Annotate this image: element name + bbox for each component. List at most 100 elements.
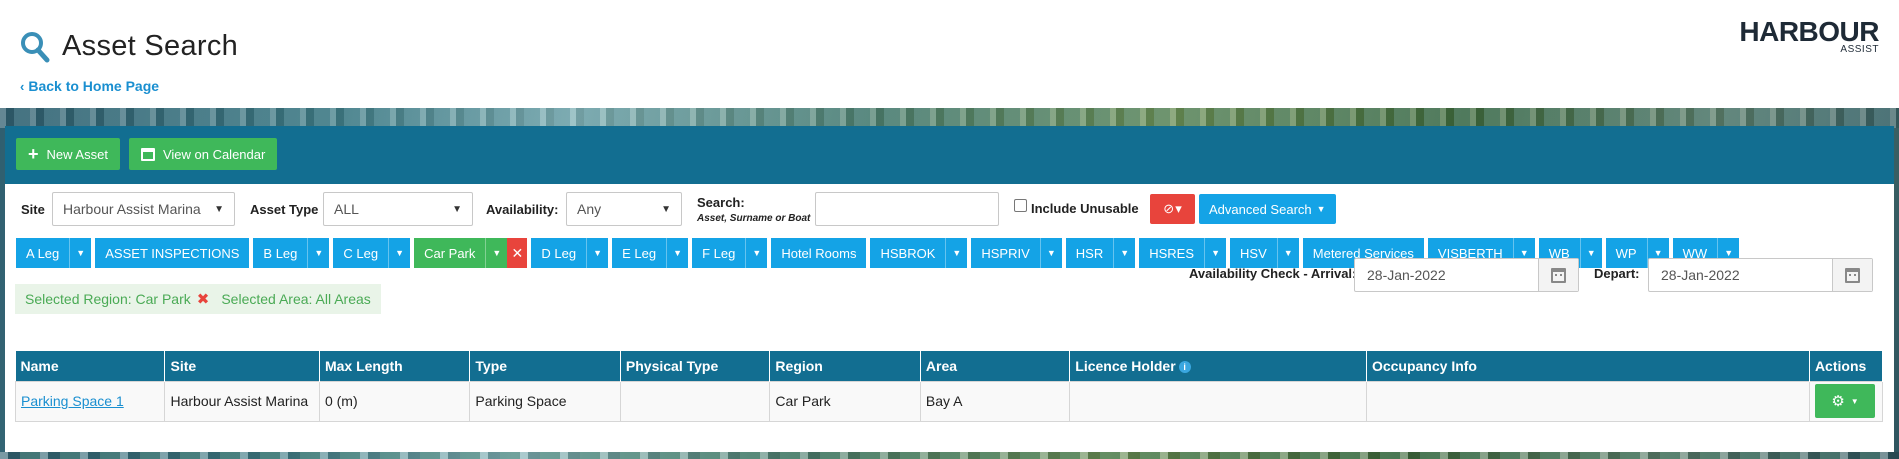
- search-label: Search: Asset, Surname or Boat: [697, 195, 810, 224]
- chevron-down-icon[interactable]: ▼: [1276, 238, 1299, 268]
- chevron-left-icon: ‹: [20, 78, 25, 94]
- row-actions-button[interactable]: ⚙ ▼: [1815, 384, 1875, 418]
- region-tab[interactable]: F Leg ▼: [692, 238, 768, 268]
- filter-icon: ▾: [1175, 201, 1182, 216]
- depart-date-value: 28-Jan-2022: [1661, 267, 1740, 283]
- cell-area: Bay A: [919, 380, 1071, 422]
- region-tab[interactable]: HSV ▼: [1230, 238, 1299, 268]
- chevron-down-icon[interactable]: ▼: [1579, 238, 1602, 268]
- arrival-date-input[interactable]: 28-Jan-2022: [1354, 258, 1579, 292]
- new-asset-button[interactable]: + New Asset: [16, 138, 120, 170]
- region-tab-label: HSR: [1075, 245, 1104, 261]
- calendar-icon: [140, 147, 155, 161]
- col-name[interactable]: Name: [15, 351, 166, 381]
- region-tab-label: Car Park: [424, 245, 476, 261]
- chevron-down-icon: ▼: [452, 203, 462, 215]
- chevron-down-icon: ▼: [1850, 396, 1859, 406]
- plus-icon: +: [28, 144, 39, 164]
- search-input[interactable]: [815, 192, 999, 226]
- selected-area-text: Selected Area: All Areas: [221, 291, 371, 307]
- toolbar: + New Asset View on Calendar: [5, 126, 1894, 184]
- cell-type: Parking Space: [469, 380, 621, 422]
- col-physical-type[interactable]: Physical Type: [620, 351, 771, 381]
- region-tab[interactable]: A Leg ▼: [16, 238, 92, 268]
- background-photo-bottom: [0, 452, 1899, 459]
- site-select[interactable]: Harbour Assist Marina ▼: [52, 192, 235, 226]
- region-tab[interactable]: HSBROK ▼: [870, 238, 968, 268]
- cell-licence-holder: [1069, 380, 1367, 422]
- asset-type-label: Asset Type: [250, 202, 319, 217]
- new-asset-label: New Asset: [46, 146, 108, 162]
- region-tab-label: F Leg: [702, 245, 736, 261]
- chevron-down-icon[interactable]: ▼: [666, 238, 688, 268]
- advanced-search-label: Advanced Search: [1209, 201, 1312, 217]
- chevron-down-icon: ▼: [661, 203, 671, 215]
- availability-select[interactable]: Any ▼: [566, 192, 682, 226]
- arrival-label: Availability Check - Arrival:: [1189, 266, 1357, 281]
- col-occupancy-info[interactable]: Occupancy Info: [1366, 351, 1810, 381]
- page-title: Asset Search: [62, 30, 239, 62]
- clear-region-icon[interactable]: ✖: [197, 290, 210, 308]
- background-photo-strip: [0, 108, 1899, 128]
- table-header-row: Name Site Max Length Type Physical Type …: [15, 351, 1884, 381]
- chevron-down-icon[interactable]: ▼: [485, 238, 507, 268]
- region-tab-label: E Leg: [622, 245, 657, 261]
- chevron-down-icon[interactable]: ▼: [945, 238, 967, 268]
- region-tab[interactable]: E Leg ▼: [612, 238, 689, 268]
- close-icon[interactable]: ✕: [507, 238, 528, 268]
- col-region[interactable]: Region: [769, 351, 921, 381]
- region-tab[interactable]: HSPRIV ▼: [971, 238, 1062, 268]
- region-tab[interactable]: ASSET INSPECTIONS: [95, 238, 250, 268]
- chevron-down-icon[interactable]: ▼: [1204, 238, 1226, 268]
- chevron-down-icon[interactable]: ▼: [1113, 238, 1135, 268]
- calendar-icon: [1551, 267, 1566, 283]
- col-max-length[interactable]: Max Length: [319, 351, 471, 381]
- title-row: Asset Search: [20, 30, 238, 63]
- region-tab[interactable]: B Leg ▼: [253, 238, 330, 268]
- arrival-calendar-button[interactable]: [1538, 259, 1578, 291]
- cell-name: Parking Space 1: [14, 380, 166, 422]
- chevron-down-icon[interactable]: ▼: [388, 238, 410, 268]
- asset-type-select[interactable]: ALL ▼: [323, 192, 473, 226]
- region-tab-label: HSV: [1240, 245, 1267, 261]
- cell-occupancy-info: [1365, 380, 1810, 422]
- back-to-home-link[interactable]: ‹ Back to Home Page: [20, 78, 159, 94]
- arrival-date-value: 28-Jan-2022: [1367, 267, 1446, 283]
- region-tab[interactable]: Hotel Rooms: [771, 238, 867, 268]
- chevron-down-icon[interactable]: ▼: [1039, 238, 1062, 268]
- gear-icon: ⚙: [1831, 393, 1845, 410]
- view-on-calendar-button[interactable]: View on Calendar: [128, 138, 278, 170]
- chevron-down-icon[interactable]: ▼: [586, 238, 608, 268]
- depart-date-input[interactable]: 28-Jan-2022: [1648, 258, 1873, 292]
- region-tab-label: D Leg: [541, 245, 577, 261]
- col-site[interactable]: Site: [164, 351, 320, 381]
- back-link-label: Back to Home Page: [28, 78, 160, 94]
- region-tab[interactable]: D Leg ▼: [531, 238, 609, 268]
- include-unusable-checkbox[interactable]: [1014, 199, 1027, 212]
- region-tab[interactable]: HSR ▼: [1065, 238, 1136, 268]
- site-select-value: Harbour Assist Marina: [63, 201, 201, 217]
- calendar-icon: [1845, 267, 1860, 283]
- asset-link[interactable]: Parking Space 1: [21, 393, 124, 409]
- col-actions: Actions: [1809, 351, 1884, 381]
- chevron-down-icon[interactable]: ▼: [69, 238, 91, 268]
- col-licence-holder[interactable]: Licence Holder i: [1069, 351, 1367, 381]
- region-tab[interactable]: C Leg ▼: [333, 238, 411, 268]
- asset-type-select-value: ALL: [334, 201, 359, 217]
- harbour-assist-logo: HARBOUR ASSIST: [1739, 18, 1879, 56]
- col-area[interactable]: Area: [920, 351, 1071, 381]
- col-type[interactable]: Type: [469, 351, 621, 381]
- selected-region-text: Selected Region: Car Park: [25, 291, 191, 307]
- region-tab[interactable]: Car Park ▼ ✕: [414, 238, 528, 268]
- advanced-search-button[interactable]: Advanced Search ▼: [1199, 194, 1336, 224]
- cell-physical-type: [619, 380, 771, 422]
- region-tab-label: HSPRIV: [981, 245, 1030, 261]
- filter-bar: Site Harbour Assist Marina ▼ Asset Type …: [16, 190, 1886, 240]
- chevron-down-icon[interactable]: ▼: [745, 238, 767, 268]
- chevron-down-icon[interactable]: ▼: [307, 238, 329, 268]
- info-icon[interactable]: i: [1178, 360, 1191, 373]
- depart-calendar-button[interactable]: [1832, 259, 1872, 291]
- clear-filter-button[interactable]: ⊘ ▾: [1150, 194, 1195, 224]
- asset-table: Name Site Max Length Type Physical Type …: [14, 351, 1884, 422]
- region-tab[interactable]: HSRES ▼: [1139, 238, 1227, 268]
